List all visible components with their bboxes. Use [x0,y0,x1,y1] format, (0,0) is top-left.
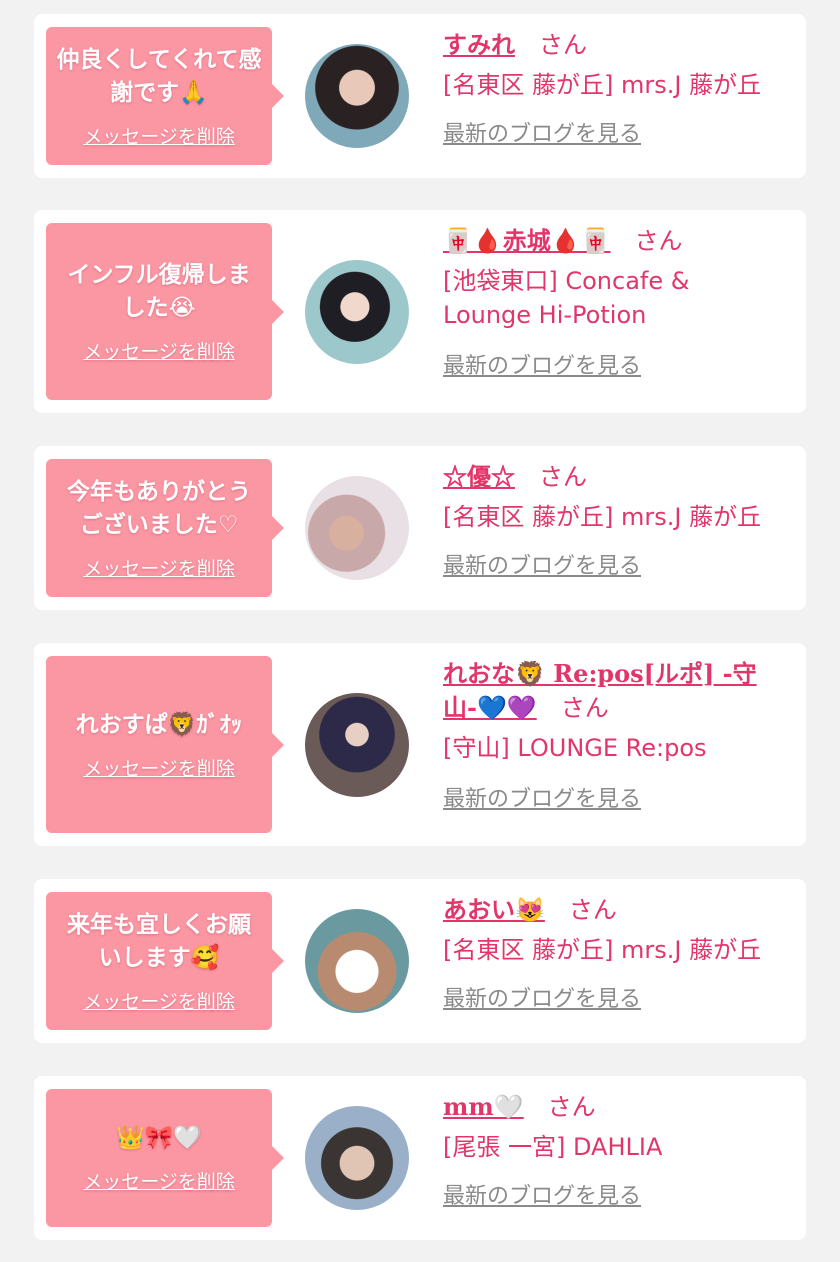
profile-name-link[interactable]: あおい😻 [443,895,545,924]
message-card: 今年もありがとうございました♡ メッセージを削除 ☆優☆ さん [名東区 藤が丘]… [34,446,806,610]
shop-link[interactable]: [尾張 一宮] DAHLIA [443,1130,795,1164]
message-card: れおすぱ🦁ｶﾞｵｯ メッセージを削除 れおな🦁 Re:pos[ルポ] -守山-💙… [34,643,806,846]
honorific: さん [547,1093,596,1121]
message-text: れおすぱ🦁ｶﾞｵｯ [75,711,243,738]
latest-blog-link[interactable]: 最新のブログを見る [443,552,795,582]
avatar[interactable] [305,693,409,797]
name-line: mm🤍 さん [443,1090,795,1124]
name-line: あおい😻 さん [443,893,795,927]
message-text: 今年もありがとうございました♡ [67,478,251,538]
shop-link[interactable]: [名東区 藤が丘] mrs.J 藤が丘 [443,500,795,534]
profile-info: ☆優☆ さん [名東区 藤が丘] mrs.J 藤が丘 最新のブログを見る [443,460,795,582]
avatar[interactable] [305,260,409,364]
latest-blog-link[interactable]: 最新のブログを見る [443,1182,795,1212]
message-bubble: 👑🎀🤍 メッセージを削除 [46,1089,284,1227]
shop-link[interactable]: [池袋東口] Concafe & Lounge Hi-Potion [443,264,743,332]
name-line: ☆優☆ さん [443,460,795,494]
message-text: インフル復帰しました😭 [67,262,251,321]
message-card: 👑🎀🤍 メッセージを削除 mm🤍 さん [尾張 一宮] DAHLIA 最新のブログ… [34,1076,806,1240]
latest-blog-link[interactable]: 最新のブログを見る [443,785,795,815]
delete-message-link[interactable]: メッセージを削除 [83,1167,235,1194]
shop-link[interactable]: [守山] LOUNGE Re:pos [443,731,795,765]
avatar[interactable] [305,909,409,1013]
message-text: 来年も宜しくお願いします🥰 [67,911,251,971]
avatar[interactable] [305,476,409,580]
delete-message-link[interactable]: メッセージを削除 [83,337,235,364]
avatar[interactable] [305,44,409,148]
profile-name-link[interactable]: mm🤍 [443,1092,524,1121]
honorific: さん [568,896,617,924]
message-card: インフル復帰しました😭 メッセージを削除 🀄🩸赤城🩸🀄 さん [池袋東口] Con… [34,210,806,413]
honorific: さん [560,694,609,722]
name-line: すみれ さん [443,28,795,62]
message-text: 👑🎀🤍 [116,1125,202,1151]
shop-link[interactable]: [名東区 藤が丘] mrs.J 藤が丘 [443,68,795,102]
message-bubble: 今年もありがとうございました♡ メッセージを削除 [46,459,284,597]
name-line: 🀄🩸赤城🩸🀄 さん [443,224,795,258]
profile-info: あおい😻 さん [名東区 藤が丘] mrs.J 藤が丘 最新のブログを見る [443,893,795,1015]
latest-blog-link[interactable]: 最新のブログを見る [443,120,795,150]
delete-message-link[interactable]: メッセージを削除 [83,987,235,1014]
avatar[interactable] [305,1106,409,1210]
profile-name-link[interactable]: すみれ [443,30,515,59]
message-card: 仲良くしてくれて感謝です🙏 メッセージを削除 すみれ さん [名東区 藤が丘] m… [34,14,806,178]
profile-info: mm🤍 さん [尾張 一宮] DAHLIA 最新のブログを見る [443,1090,795,1212]
message-list: 仲良くしてくれて感謝です🙏 メッセージを削除 すみれ さん [名東区 藤が丘] m… [0,0,840,1262]
honorific: さん [539,31,587,59]
honorific: さん [539,463,587,491]
message-card: 来年も宜しくお願いします🥰 メッセージを削除 あおい😻 さん [名東区 藤が丘] … [34,879,806,1043]
latest-blog-link[interactable]: 最新のブログを見る [443,985,795,1015]
profile-name-link[interactable]: ☆優☆ [443,462,515,491]
message-bubble: 来年も宜しくお願いします🥰 メッセージを削除 [46,892,284,1030]
delete-message-link[interactable]: メッセージを削除 [83,554,235,581]
message-text: 仲良くしてくれて感謝です🙏 [56,46,262,106]
profile-name-link[interactable]: 🀄🩸赤城🩸🀄 [443,226,611,255]
message-bubble: れおすぱ🦁ｶﾞｵｯ メッセージを削除 [46,656,284,833]
delete-message-link[interactable]: メッセージを削除 [83,122,235,149]
message-bubble: 仲良くしてくれて感謝です🙏 メッセージを削除 [46,27,284,165]
profile-info: れおな🦁 Re:pos[ルポ] -守山-💙💜 さん [守山] LOUNGE Re:… [443,657,795,815]
name-line: れおな🦁 Re:pos[ルポ] -守山-💙💜 さん [443,657,783,725]
delete-message-link[interactable]: メッセージを削除 [83,754,235,781]
profile-info: すみれ さん [名東区 藤が丘] mrs.J 藤が丘 最新のブログを見る [443,28,795,150]
shop-link[interactable]: [名東区 藤が丘] mrs.J 藤が丘 [443,933,795,967]
latest-blog-link[interactable]: 最新のブログを見る [443,352,795,382]
honorific: さん [634,227,683,255]
message-bubble: インフル復帰しました😭 メッセージを削除 [46,223,284,400]
profile-info: 🀄🩸赤城🩸🀄 さん [池袋東口] Concafe & Lounge Hi-Poti… [443,224,795,382]
